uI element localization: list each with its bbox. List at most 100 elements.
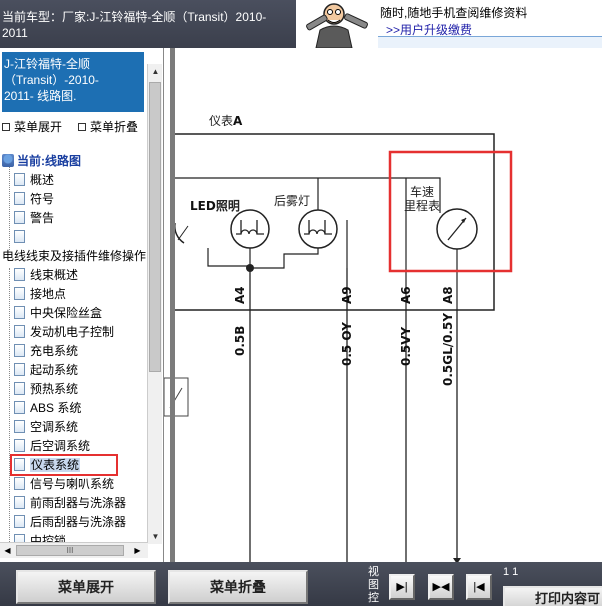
pin-a4-label: A4 (233, 286, 247, 304)
document-icon (14, 230, 25, 243)
viewer-left-edge (170, 48, 175, 562)
tree-item-signal-horn[interactable]: 信号与喇叭系统 (14, 475, 114, 493)
led-lamp-symbol (230, 209, 270, 249)
top-header: 当前车型：厂家:J-江铃福特-全顺（Transit）2010- 2011 随时,… (0, 0, 602, 48)
menu-collapse-link[interactable]: 菜单折叠 (78, 118, 138, 135)
document-icon (14, 344, 25, 357)
tree-guide-line (9, 166, 10, 250)
tree-item-label: 起动系统 (30, 363, 79, 377)
tree-item-label: 后雨刮器与洗涤器 (30, 515, 127, 529)
square-icon (78, 123, 86, 131)
horizontal-scrollbar[interactable]: ◀ III ▶ (0, 542, 148, 558)
rear-fog-label: 后雾灯 (274, 194, 310, 208)
tree-item-label: 中央保险丝盒 (30, 306, 103, 320)
sidebar-title: J-江铃福特-全顺 （Transit）-2010- 2011- 线路图. (2, 52, 144, 112)
car-model-line1: 当前车型：厂家:J-江铃福特-全顺（Transit）2010- (2, 10, 267, 24)
tree-root-label: 当前:线路图 (17, 154, 81, 168)
horizontal-scroll-thumb[interactable]: III (16, 545, 124, 556)
tree-item-label: 中控锁 (30, 534, 67, 542)
tree-item-front-wiper[interactable]: 前雨刮器与洗涤器 (14, 494, 126, 512)
ad-mechanic-image[interactable] (296, 0, 378, 48)
previous-page-button[interactable]: |◀ (466, 574, 492, 600)
speedo-label-line1: 车速 (410, 184, 434, 199)
tree-item-rear-ac[interactable]: 后空调系统 (14, 437, 90, 455)
tree-item-fuse-box[interactable]: 中央保险丝盒 (14, 304, 102, 322)
tree-item-label: 前雨刮器与洗涤器 (30, 496, 127, 510)
ad-box-edge (378, 36, 602, 48)
tree-item-overview[interactable]: 概述 (14, 171, 54, 189)
scroll-right-arrow-icon[interactable]: ▶ (130, 543, 145, 558)
tree-view: 当前:线路图 概述 符号 警告 电线线束及接插件维修操作 线束概述 接地点 中央… (0, 150, 148, 542)
tree-item-harness-overview[interactable]: 线束概述 (14, 266, 78, 284)
tree-item-label: 预热系统 (30, 382, 79, 396)
document-icon (14, 363, 25, 376)
tree-folder-label: 电线线束及接插件维修操作 (2, 249, 147, 263)
led-return-wire (207, 248, 251, 270)
document-icon (14, 325, 25, 338)
document-icon (14, 192, 25, 205)
page-counter: 1 1 (503, 566, 519, 578)
current-car-model: 当前车型：厂家:J-江铃福特-全顺（Transit）2010- 2011 (0, 0, 296, 48)
document-icon (14, 534, 25, 542)
scroll-left-arrow-icon[interactable]: ◀ (0, 543, 15, 558)
tree-item-charging[interactable]: 充电系统 (14, 342, 78, 360)
tree-item-label: 接地点 (30, 287, 67, 301)
tree-root-icon (2, 154, 14, 167)
sidebar-title-line3: 2011- 线路图. (4, 89, 77, 103)
led-label: LED照明 (190, 198, 240, 213)
document-icon (14, 477, 25, 490)
tree-item-rear-wiper[interactable]: 后雨刮器与洗涤器 (14, 513, 126, 531)
tree-root[interactable]: 当前:线路图 (2, 152, 81, 170)
vertical-scrollbar[interactable]: ▲ ▼ (147, 64, 162, 544)
partial-component (164, 377, 189, 417)
tree-item-label: 后空调系统 (30, 439, 91, 453)
fit-view-button[interactable]: ▶◀ (428, 574, 454, 600)
tree-item-label: 发动机电子控制 (30, 325, 115, 339)
tree-item-blank[interactable] (14, 228, 30, 246)
tree-item-ac[interactable]: 空调系统 (14, 418, 78, 436)
tree-item-starting[interactable]: 起动系统 (14, 361, 78, 379)
tree-folder-harness-repair[interactable]: 电线线束及接插件维修操作 (2, 247, 146, 265)
tree-item-abs[interactable]: ABS 系统 (14, 399, 81, 417)
tree-item-central-lock[interactable]: 中控锁 (14, 532, 66, 542)
document-icon (14, 401, 25, 414)
tree-item-label: 符号 (30, 192, 55, 206)
menu-expand-button[interactable]: 菜单展开 (16, 570, 156, 604)
vertical-scroll-thumb[interactable] (149, 82, 161, 372)
module-label: 仪表A (209, 114, 243, 128)
partial-gauge-needle (177, 225, 189, 241)
tree-item-label: ABS 系统 (30, 401, 82, 415)
document-icon (14, 439, 25, 452)
wire-a6-spec: 0.5VY (399, 326, 413, 366)
tree-item-label: 概述 (30, 173, 55, 187)
print-button[interactable]: 打印内容可 (503, 586, 602, 606)
menu-collapse-button[interactable]: 菜单折叠 (168, 570, 308, 604)
scroll-down-arrow-icon[interactable]: ▼ (148, 529, 163, 544)
wire-a4-spec: 0.5B (233, 326, 247, 356)
next-page-button[interactable]: ▶| (389, 574, 415, 600)
document-icon (14, 173, 25, 186)
scroll-up-arrow-icon[interactable]: ▲ (148, 64, 163, 79)
car-model-line2: 2011 (2, 26, 28, 40)
tree-item-ground-points[interactable]: 接地点 (14, 285, 66, 303)
tree-item-engine-control[interactable]: 发动机电子控制 (14, 323, 114, 341)
tree-item-preheat[interactable]: 预热系统 (14, 380, 78, 398)
view-control-label: 视图控 (368, 566, 379, 604)
document-icon (14, 496, 25, 509)
menu-expand-link[interactable]: 菜单展开 (2, 118, 62, 135)
wire-a8-spec: 0.5GL/0.5Y (441, 313, 455, 386)
square-icon (2, 123, 10, 131)
ad-line-mobile: 随时,随地手机查阅维修资料 (380, 6, 528, 20)
ad-banner[interactable]: 随时,随地手机查阅维修资料 >>用户升级缴费 (378, 0, 602, 48)
sidebar-title-line2: （Transit）-2010- (4, 73, 99, 87)
diagram-viewer[interactable]: 仪表A LED照明 后雾灯 车速 里程表 A4 A9 A6 A8 0.5B 0.… (164, 48, 602, 562)
wire-a9-spec: 0.5 OY (340, 322, 354, 366)
tree-item-symbols[interactable]: 符号 (14, 190, 54, 208)
tree-item-warnings[interactable]: 警告 (14, 209, 54, 227)
document-icon (14, 306, 25, 319)
document-icon (14, 420, 25, 433)
pin-a6-label: A6 (399, 286, 413, 304)
menu-collapse-label: 菜单折叠 (90, 120, 139, 134)
document-icon (14, 287, 25, 300)
bottom-toolbar: 菜单展开 菜单折叠 视图控 ▶| ▶◀ |◀ 1 1 打印内容可 (0, 562, 602, 606)
